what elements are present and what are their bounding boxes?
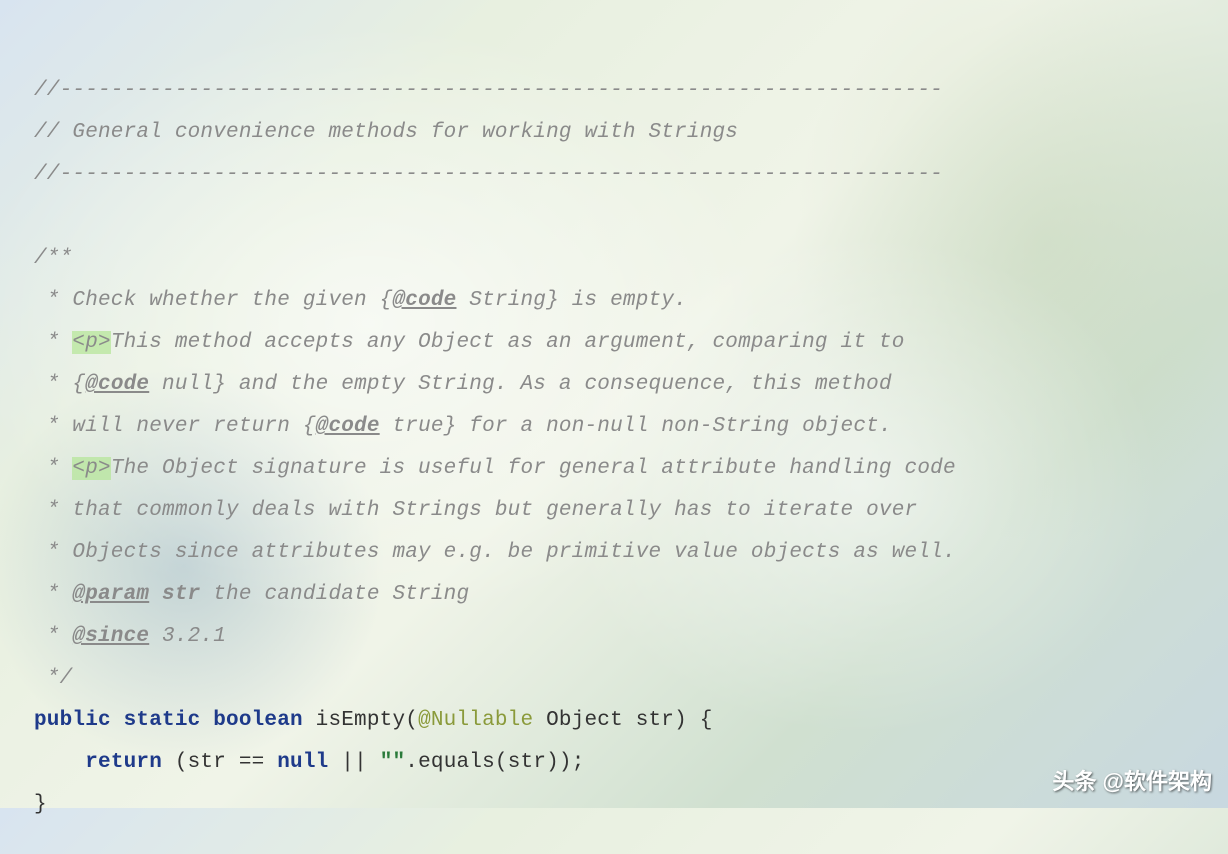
comment-divider: //--------------------------------------… bbox=[34, 163, 943, 186]
javadoc-line: The Object signature is useful for gener… bbox=[111, 457, 956, 480]
javadoc-line: * bbox=[34, 331, 72, 354]
javadoc-code-tag: @code bbox=[392, 289, 456, 312]
code-block: //--------------------------------------… bbox=[0, 0, 1228, 854]
string-literal: "" bbox=[380, 751, 406, 774]
javadoc-since-tag: @since bbox=[72, 625, 149, 648]
javadoc-close: */ bbox=[34, 667, 72, 690]
javadoc-open: /** bbox=[34, 247, 72, 270]
javadoc-line: * bbox=[34, 457, 72, 480]
comment-header: // General convenience methods for worki… bbox=[34, 121, 738, 144]
javadoc-line: * bbox=[34, 625, 72, 648]
javadoc-line: * Objects since attributes may e.g. be p… bbox=[34, 541, 956, 564]
method-signature: Object str) { bbox=[533, 709, 712, 732]
watermark-text: 头条 @软件架构 bbox=[1052, 764, 1212, 796]
javadoc-line: true} for a non-null non-String object. bbox=[380, 415, 892, 438]
javadoc-line: * bbox=[34, 583, 72, 606]
javadoc-line: * that commonly deals with Strings but g… bbox=[34, 499, 917, 522]
javadoc-p-tag: <p> bbox=[72, 331, 110, 354]
annotation: @Nullable bbox=[418, 709, 533, 732]
javadoc-line: the candidate String bbox=[200, 583, 469, 606]
javadoc-line: * will never return { bbox=[34, 415, 316, 438]
javadoc-line: This method accepts any Object as an arg… bbox=[111, 331, 905, 354]
javadoc-param-name: str bbox=[162, 583, 200, 606]
javadoc-line: 3.2.1 bbox=[149, 625, 226, 648]
expression: .equals(str)); bbox=[405, 751, 584, 774]
javadoc-line bbox=[149, 583, 162, 606]
javadoc-line: null} and the empty String. As a consequ… bbox=[149, 373, 892, 396]
javadoc-line: * Check whether the given { bbox=[34, 289, 392, 312]
indent bbox=[34, 751, 85, 774]
keyword-return: return bbox=[85, 751, 162, 774]
javadoc-code-tag: @code bbox=[316, 415, 380, 438]
javadoc-line: String} is empty. bbox=[456, 289, 686, 312]
method-signature: isEmpty( bbox=[303, 709, 418, 732]
javadoc-code-tag: @code bbox=[85, 373, 149, 396]
comment-divider: //--------------------------------------… bbox=[34, 79, 943, 102]
javadoc-param-tag: @param bbox=[72, 583, 149, 606]
javadoc-p-tag: <p> bbox=[72, 457, 110, 480]
keyword-null: null bbox=[277, 751, 328, 774]
javadoc-line: * { bbox=[34, 373, 85, 396]
expression: (str == bbox=[162, 751, 277, 774]
expression: || bbox=[328, 751, 379, 774]
keyword: public static boolean bbox=[34, 709, 303, 732]
brace-close: } bbox=[34, 793, 47, 816]
